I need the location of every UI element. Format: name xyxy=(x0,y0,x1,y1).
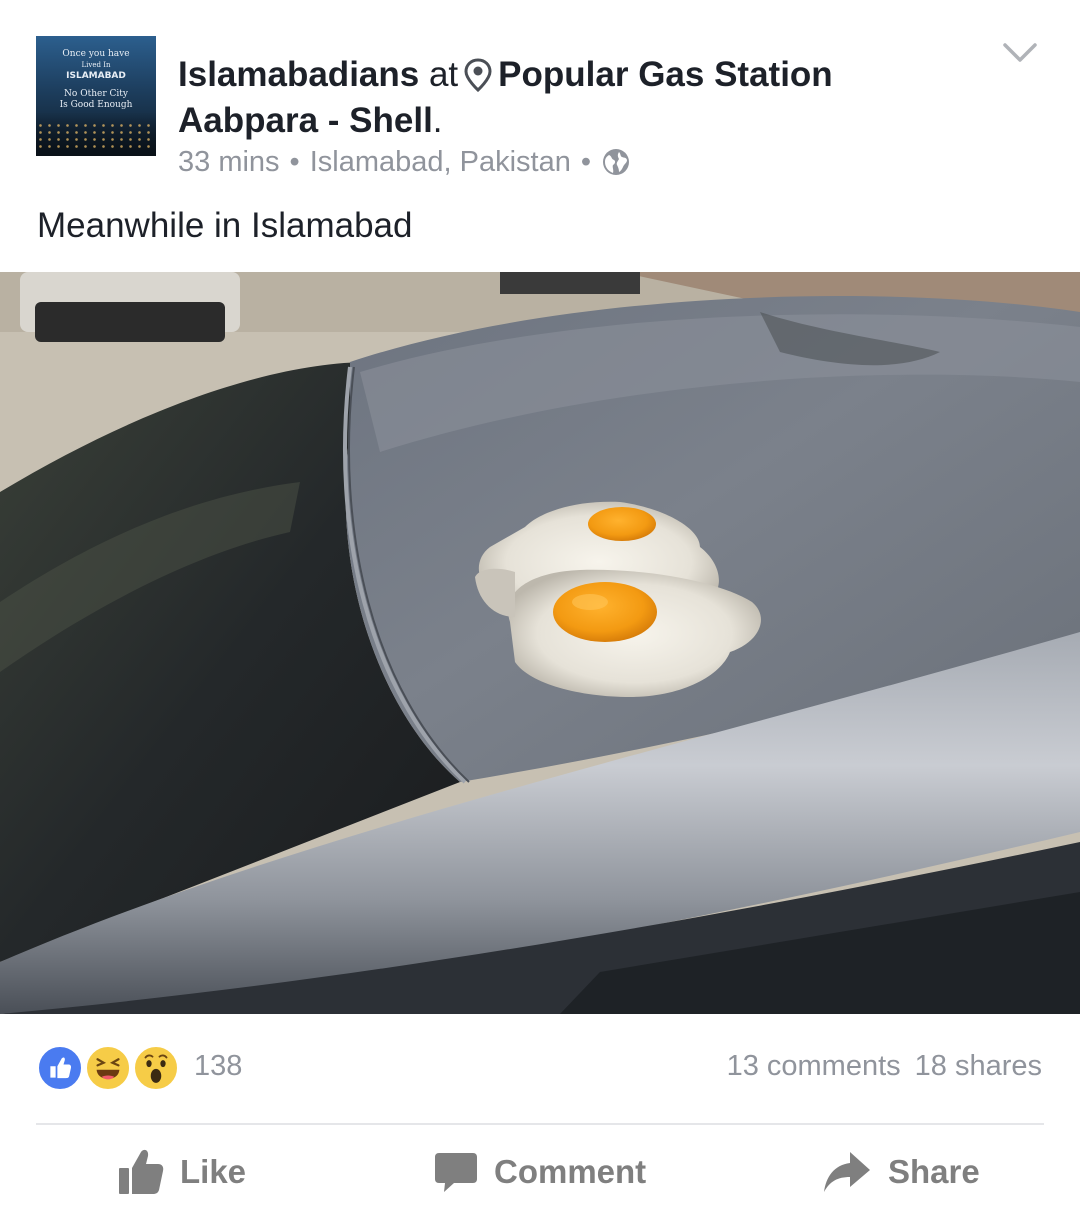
share-button[interactable]: Share xyxy=(822,1140,980,1204)
post-message: Meanwhile in Islamabad xyxy=(37,206,413,245)
avatar-text: Once you have xyxy=(62,49,130,59)
wow-reaction-icon xyxy=(132,1044,180,1092)
globe-icon xyxy=(603,149,630,175)
avatar-text: Lived In xyxy=(81,61,111,69)
like-button[interactable]: Like xyxy=(118,1140,246,1204)
avatar-text: No Other City xyxy=(64,89,128,99)
comment-label: Comment xyxy=(494,1153,647,1190)
haha-reaction-icon xyxy=(84,1044,132,1092)
share-label: Share xyxy=(888,1153,980,1190)
shares-count-link[interactable]: 18 shares xyxy=(915,1050,1042,1082)
at-word: at xyxy=(428,55,459,94)
facebook-post: Once you have Lived In ISLAMABAD No Othe… xyxy=(0,0,1080,1218)
avatar-text: Is Good Enough xyxy=(59,100,133,110)
share-arrow-icon xyxy=(824,1152,870,1192)
like-label: Like xyxy=(180,1153,247,1190)
comments-count-link[interactable]: 13 comments xyxy=(727,1050,901,1082)
post-meta: 33 mins • Islamabad, Pakistan • xyxy=(178,142,631,182)
post-actions: Like Comment Share xyxy=(0,1140,1080,1204)
reaction-count: 138 xyxy=(194,1050,243,1082)
engagement-counts: 13 comments 18 shares xyxy=(727,1050,1042,1083)
meta-separator: • xyxy=(580,146,592,178)
thumbs-up-icon xyxy=(119,1149,164,1194)
place-end-punct: . xyxy=(432,101,443,140)
location-pin-icon xyxy=(464,58,492,92)
comment-bubble-icon xyxy=(435,1153,477,1192)
action-divider xyxy=(36,1123,1044,1125)
post-header: Islamabadians at Popular Gas Station Aabp… xyxy=(178,52,958,144)
avatar-city-lights xyxy=(36,122,156,152)
page-name-link[interactable]: Islamabadians xyxy=(178,55,419,94)
place-name-line1: Popular Gas Station xyxy=(498,55,833,94)
post-photo[interactable] xyxy=(0,272,1080,1014)
place-name-line2: Aabpara - Shell xyxy=(178,101,433,140)
avatar-text: ISLAMABAD xyxy=(66,71,126,81)
meta-separator: • xyxy=(289,146,300,178)
post-timestamp[interactable]: 33 mins xyxy=(178,146,280,178)
post-options-chevron-icon[interactable] xyxy=(1002,40,1038,66)
comment-button[interactable]: Comment xyxy=(434,1140,646,1204)
like-reaction-icon xyxy=(36,1044,84,1092)
page-avatar[interactable]: Once you have Lived In ISLAMABAD No Othe… xyxy=(36,36,156,156)
post-location[interactable]: Islamabad, Pakistan xyxy=(310,146,571,178)
fried-eggs-on-car-roof-image xyxy=(0,272,1080,1014)
